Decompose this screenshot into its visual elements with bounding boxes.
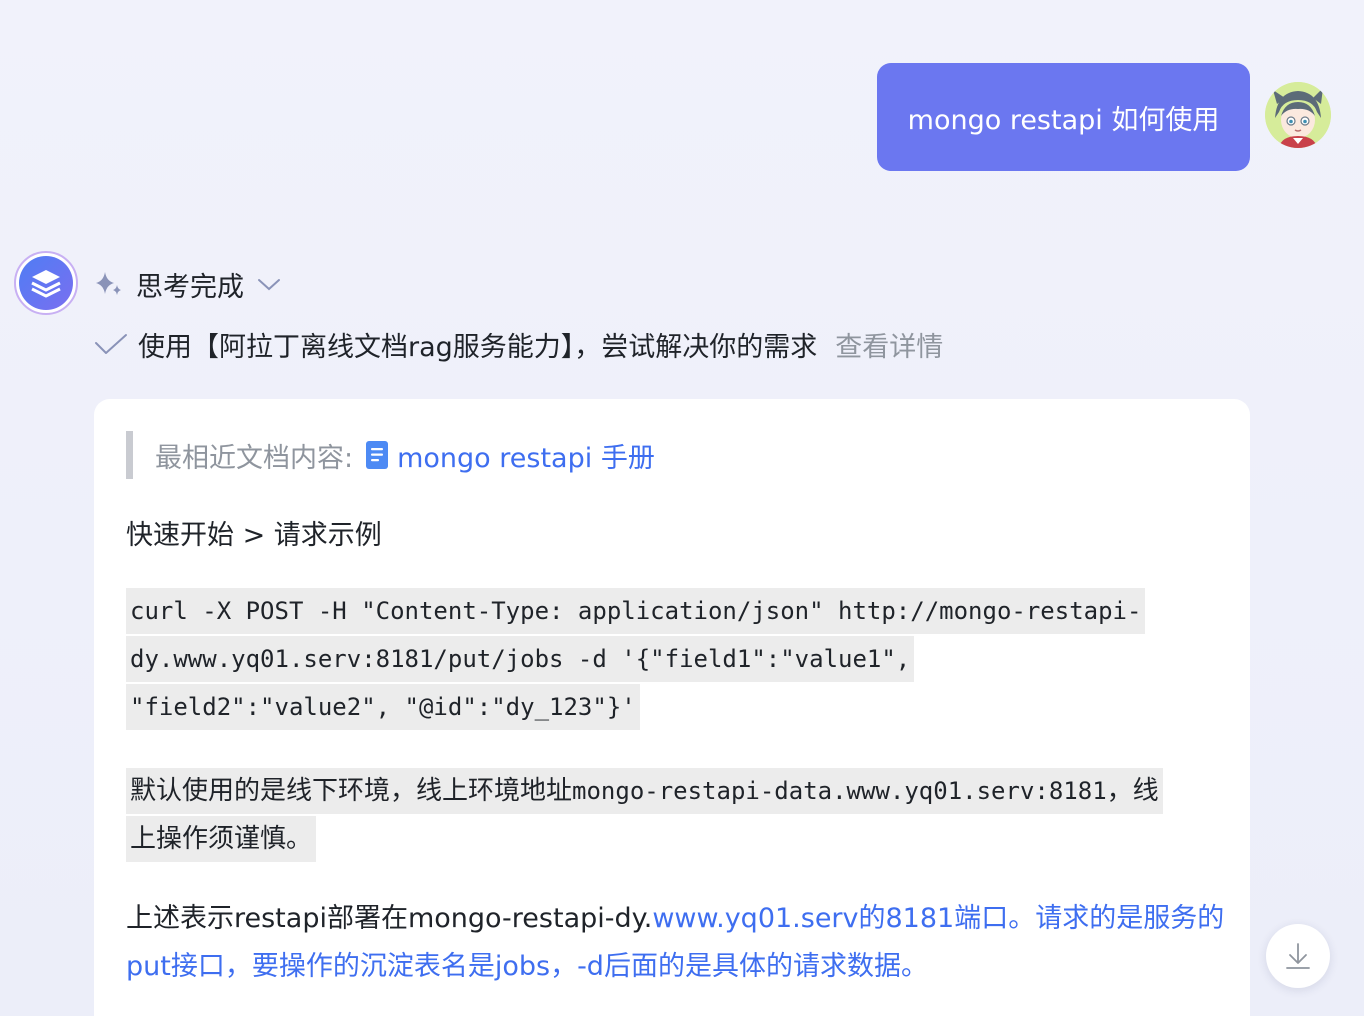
thinking-status-label: 思考完成 <box>136 271 244 303</box>
tool-usage-text: 使用【阿拉丁离线文档rag服务能力】，尝试解决你的需求 <box>138 331 818 363</box>
environment-note: 默认使用的是线下环境，线上环境地址mongo-restapi-data.www.… <box>126 767 1166 863</box>
explanation-plain-text: 上述表示restapi部署在mongo-restapi-dy. <box>126 903 653 934</box>
reference-quote: 最相近文档内容: mongo restapi 手册 <box>126 431 655 479</box>
assistant-avatar <box>14 251 78 315</box>
code-snippet-text: curl -X POST -H "Content-Type: applicati… <box>126 588 1146 730</box>
environment-note-prefix: 默认使用的是线下环境，线上环境地址 <box>130 776 573 806</box>
thinking-status-toggle[interactable]: 思考完成 <box>94 262 282 306</box>
document-icon <box>366 441 389 469</box>
layers-icon <box>31 270 61 298</box>
download-arrow-icon <box>1286 943 1310 969</box>
assistant-avatar-inner <box>19 256 73 310</box>
user-message-bubble: mongo restapi 如何使用 <box>877 63 1250 171</box>
reference-document-link[interactable]: mongo restapi 手册 <box>397 436 655 475</box>
user-message-text: mongo restapi 如何使用 <box>907 104 1220 136</box>
chevron-down-icon <box>258 279 280 291</box>
code-snippet: curl -X POST -H "Content-Type: applicati… <box>126 587 1166 731</box>
sparkle-icon <box>96 272 121 295</box>
check-icon <box>95 334 127 354</box>
user-avatar[interactable] <box>1265 82 1331 148</box>
view-details-link[interactable]: 查看详情 <box>835 325 943 364</box>
tool-usage-row: 使用【阿拉丁离线文档rag服务能力】，尝试解决你的需求 查看详情 <box>94 322 943 366</box>
environment-note-highlight: 默认使用的是线下环境，线上环境地址mongo-restapi-data.www.… <box>126 768 1163 862</box>
scroll-to-bottom-button[interactable] <box>1266 924 1330 988</box>
section-title: 快速开始 > 请求示例 <box>126 520 382 551</box>
explanation-paragraph: 上述表示restapi部署在mongo-restapi-dy.www.yq01.… <box>126 895 1226 991</box>
environment-address: mongo-restapi-data.www.yq01.serv:8181 <box>572 777 1107 805</box>
avatar-illustration-icon <box>1265 82 1331 148</box>
answer-card: 最相近文档内容: mongo restapi 手册 快速开始 > 请求示例 cu… <box>94 399 1250 1016</box>
reference-label: 最相近文档内容: <box>155 442 354 474</box>
chat-page: mongo restapi 如何使用 思考完成 使用【阿拉丁离线文档rag服务能… <box>0 0 1364 1016</box>
